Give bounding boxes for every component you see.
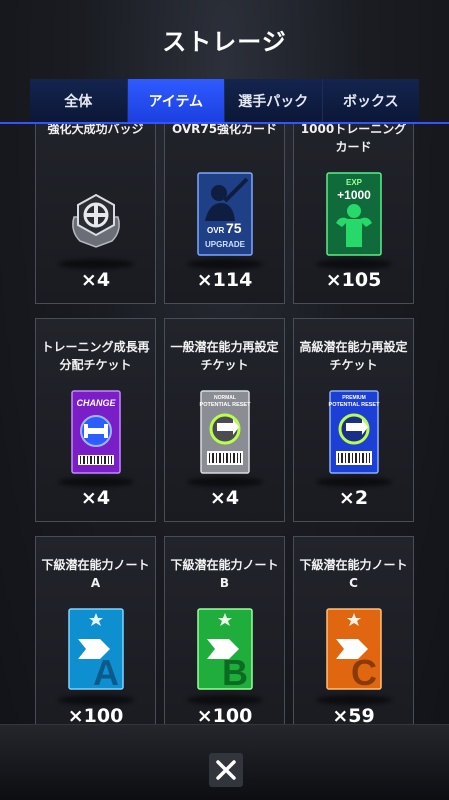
item-card[interactable]: トレーニング成長再分配チケット CHANGE ×4: [35, 318, 156, 522]
item-count: ×4: [209, 487, 240, 509]
item-card[interactable]: 1000トレーニングカード EXP +1000 ×105: [293, 124, 414, 304]
svg-text:+1000: +1000: [337, 188, 371, 202]
item-card[interactable]: 下級潜在能力ノートA A ×100: [35, 536, 156, 724]
svg-text:POTENTIAL RESET: POTENTIAL RESET: [329, 402, 381, 408]
item-count: ×105: [325, 269, 382, 291]
premium-reset-ticket-icon: PREMIUM POTENTIAL RESET: [324, 389, 384, 475]
item-card[interactable]: 下級潜在能力ノートC C ×59: [293, 536, 414, 724]
item-count: ×2: [338, 487, 369, 509]
normal-reset-ticket-icon: NORMAL POTENTIAL RESET: [195, 389, 255, 475]
tab-items[interactable]: アイテム: [127, 79, 225, 123]
item-name: OVR75強化カード: [171, 124, 278, 136]
item-name: 高級潜在能力再設定チケット: [299, 340, 408, 372]
note-c-icon: C: [324, 607, 384, 693]
item-count: ×4: [80, 269, 111, 291]
svg-text:OVR: OVR: [207, 226, 225, 235]
svg-text:CHANGE: CHANGE: [76, 398, 116, 408]
page-title: ストレージ: [162, 28, 287, 56]
svg-text:NORMAL: NORMAL: [214, 395, 236, 401]
svg-text:75: 75: [226, 220, 242, 236]
success-badge-icon: [66, 171, 126, 257]
item-count: ×59: [332, 705, 375, 724]
svg-text:EXP: EXP: [346, 178, 363, 187]
item-name: 下級潜在能力ノートA: [41, 558, 150, 590]
redistribute-ticket-icon: CHANGE: [66, 389, 126, 475]
item-count: ×4: [80, 487, 111, 509]
item-card[interactable]: 強化大成功バッジ ×4: [35, 124, 156, 304]
close-icon: [216, 760, 236, 780]
item-card[interactable]: 高級潜在能力再設定チケット PREMIUM POTENTIAL RESET ×2: [293, 318, 414, 522]
item-name: 一般潜在能力再設定チケット: [170, 340, 279, 372]
close-button[interactable]: [209, 753, 243, 787]
svg-text:PREMIUM: PREMIUM: [342, 395, 366, 401]
item-count: ×114: [196, 269, 253, 291]
item-name: 1000トレーニングカード: [300, 124, 407, 154]
svg-text:POTENTIAL RESET: POTENTIAL RESET: [200, 402, 252, 408]
svg-text:UPGRADE: UPGRADE: [205, 240, 246, 249]
upgrade-card-icon: OVR 75 UPGRADE: [195, 171, 255, 257]
item-card[interactable]: 下級潜在能力ノートB B ×100: [164, 536, 285, 724]
item-name: 下級潜在能力ノートB: [170, 558, 279, 590]
tab-boxes[interactable]: ボックス: [322, 79, 419, 123]
item-count: ×100: [196, 705, 253, 724]
tab-bar: 全体 アイテム 選手パック ボックス: [30, 79, 419, 123]
item-name: 強化大成功バッジ: [47, 124, 144, 136]
note-b-icon: B: [195, 607, 255, 693]
training-card-icon: EXP +1000: [324, 171, 384, 257]
item-card[interactable]: 一般潜在能力再設定チケット NORMAL POTENTIAL RESET ×4: [164, 318, 285, 522]
item-name: トレーニング成長再分配チケット: [41, 340, 150, 372]
tab-player-packs[interactable]: 選手パック: [225, 79, 323, 123]
tab-all[interactable]: 全体: [30, 79, 128, 123]
item-card[interactable]: OVR75強化カード OVR 75 UPGRADE ×114: [164, 124, 285, 304]
item-list[interactable]: 強化大成功バッジ ×4 OVR75強化カード OVR 75 UPGRADE ×1…: [35, 124, 415, 724]
item-count: ×100: [67, 705, 124, 724]
item-name: 下級潜在能力ノートC: [299, 558, 408, 590]
note-a-icon: A: [66, 607, 126, 693]
